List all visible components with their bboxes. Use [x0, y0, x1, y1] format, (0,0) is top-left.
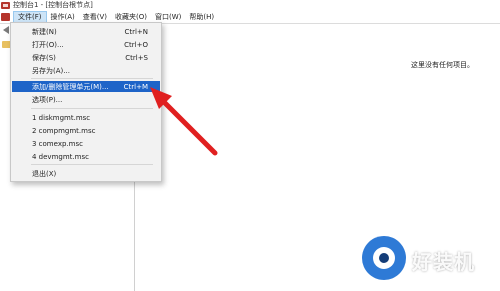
logo-pupil — [379, 253, 389, 263]
watermark: 好装机 — [360, 236, 500, 286]
watermark-logo-icon — [362, 236, 406, 280]
watermark-text: 好装机 — [412, 250, 475, 274]
arrow-shaft — [158, 96, 218, 156]
